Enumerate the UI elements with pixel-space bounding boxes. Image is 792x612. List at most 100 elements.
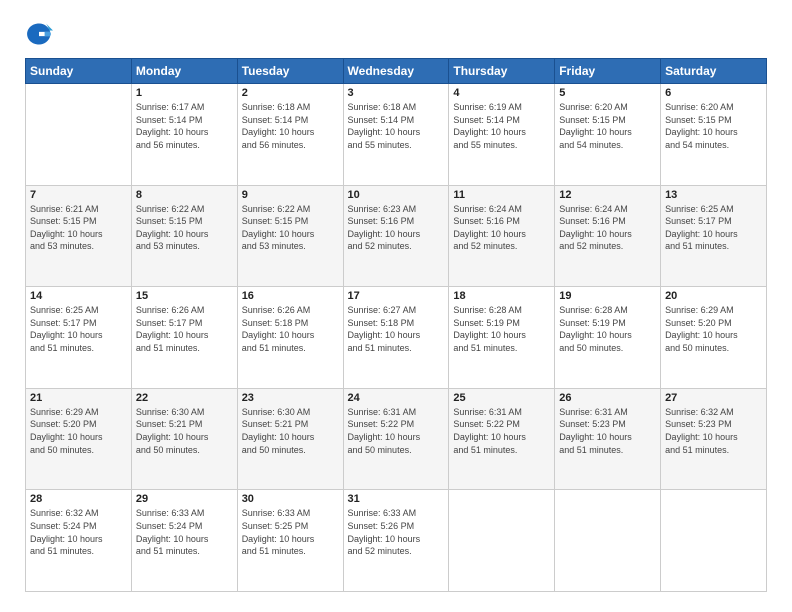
day-number: 27 — [665, 392, 762, 404]
calendar-cell: 6 Sunrise: 6:20 AM Sunset: 5:15 PM Daylig… — [661, 84, 767, 186]
calendar-cell: 30 Sunrise: 6:33 AM Sunset: 5:25 PM Dayli… — [237, 490, 343, 592]
calendar-cell: 12 Sunrise: 6:24 AM Sunset: 5:16 PM Dayli… — [555, 185, 661, 287]
day-number: 23 — [242, 392, 339, 404]
day-info: Sunrise: 6:18 AM Sunset: 5:14 PM Dayligh… — [242, 101, 339, 151]
calendar-cell: 29 Sunrise: 6:33 AM Sunset: 5:24 PM Dayli… — [131, 490, 237, 592]
day-number: 17 — [348, 290, 445, 302]
day-info: Sunrise: 6:26 AM Sunset: 5:17 PM Dayligh… — [136, 304, 233, 354]
calendar-week-4: 21 Sunrise: 6:29 AM Sunset: 5:20 PM Dayli… — [26, 388, 767, 490]
calendar-cell: 2 Sunrise: 6:18 AM Sunset: 5:14 PM Daylig… — [237, 84, 343, 186]
calendar-cell: 23 Sunrise: 6:30 AM Sunset: 5:21 PM Dayli… — [237, 388, 343, 490]
calendar-cell: 16Sunrise: 6:26 AM Sunset: 5:18 PM Dayli… — [237, 287, 343, 389]
day-info: Sunrise: 6:21 AM Sunset: 5:15 PM Dayligh… — [30, 203, 127, 253]
calendar-cell: 14Sunrise: 6:25 AM Sunset: 5:17 PM Dayli… — [26, 287, 132, 389]
weekday-header-thursday: Thursday — [449, 59, 555, 84]
day-number: 6 — [665, 87, 762, 99]
day-number: 3 — [348, 87, 445, 99]
day-info: Sunrise: 6:33 AM Sunset: 5:26 PM Dayligh… — [348, 507, 445, 557]
day-number: 29 — [136, 493, 233, 505]
calendar-cell: 15 Sunrise: 6:26 AM Sunset: 5:17 PM Dayli… — [131, 287, 237, 389]
day-info: Sunrise: 6:32 AM Sunset: 5:23 PM Dayligh… — [665, 406, 762, 456]
weekday-header-wednesday: Wednesday — [343, 59, 449, 84]
day-number: 15 — [136, 290, 233, 302]
day-info: Sunrise: 6:30 AM Sunset: 5:21 PM Dayligh… — [242, 406, 339, 456]
day-info: Sunrise: 6:18 AM Sunset: 5:14 PM Dayligh… — [348, 101, 445, 151]
day-info: Sunrise: 6:29 AM Sunset: 5:20 PM Dayligh… — [665, 304, 762, 354]
day-number: 30 — [242, 493, 339, 505]
day-number: 19 — [559, 290, 656, 302]
day-info: Sunrise: 6:20 AM Sunset: 5:15 PM Dayligh… — [559, 101, 656, 151]
day-number: 25 — [453, 392, 550, 404]
day-number: 4 — [453, 87, 550, 99]
day-number: 16 — [242, 290, 339, 302]
calendar-cell: 27 Sunrise: 6:32 AM Sunset: 5:23 PM Dayli… — [661, 388, 767, 490]
weekday-header-sunday: Sunday — [26, 59, 132, 84]
calendar-cell: 21 Sunrise: 6:29 AM Sunset: 5:20 PM Dayli… — [26, 388, 132, 490]
day-info: Sunrise: 6:31 AM Sunset: 5:22 PM Dayligh… — [453, 406, 550, 456]
day-info: Sunrise: 6:32 AM Sunset: 5:24 PM Dayligh… — [30, 507, 127, 557]
day-number: 20 — [665, 290, 762, 302]
day-number: 31 — [348, 493, 445, 505]
day-info: Sunrise: 6:33 AM Sunset: 5:25 PM Dayligh… — [242, 507, 339, 557]
calendar-cell: 22Sunrise: 6:30 AM Sunset: 5:21 PM Dayli… — [131, 388, 237, 490]
day-info: Sunrise: 6:24 AM Sunset: 5:16 PM Dayligh… — [559, 203, 656, 253]
day-info: Sunrise: 6:25 AM Sunset: 5:17 PM Dayligh… — [665, 203, 762, 253]
day-number: 2 — [242, 87, 339, 99]
calendar-table: SundayMondayTuesdayWednesdayThursdayFrid… — [25, 58, 767, 592]
calendar-week-3: 14Sunrise: 6:25 AM Sunset: 5:17 PM Dayli… — [26, 287, 767, 389]
day-info: Sunrise: 6:27 AM Sunset: 5:18 PM Dayligh… — [348, 304, 445, 354]
day-number: 12 — [559, 189, 656, 201]
calendar-cell: 24 Sunrise: 6:31 AM Sunset: 5:22 PM Dayli… — [343, 388, 449, 490]
calendar-cell: 26 Sunrise: 6:31 AM Sunset: 5:23 PM Dayli… — [555, 388, 661, 490]
day-number: 1 — [136, 87, 233, 99]
calendar-cell: 1 Sunrise: 6:17 AM Sunset: 5:14 PM Daylig… — [131, 84, 237, 186]
day-number: 28 — [30, 493, 127, 505]
day-info: Sunrise: 6:17 AM Sunset: 5:14 PM Dayligh… — [136, 101, 233, 151]
day-info: Sunrise: 6:24 AM Sunset: 5:16 PM Dayligh… — [453, 203, 550, 253]
logo-icon — [25, 20, 53, 48]
weekday-header-row: SundayMondayTuesdayWednesdayThursdayFrid… — [26, 59, 767, 84]
day-number: 21 — [30, 392, 127, 404]
calendar-cell: 7 Sunrise: 6:21 AM Sunset: 5:15 PM Daylig… — [26, 185, 132, 287]
calendar-cell: 11 Sunrise: 6:24 AM Sunset: 5:16 PM Dayli… — [449, 185, 555, 287]
calendar-week-5: 28 Sunrise: 6:32 AM Sunset: 5:24 PM Dayli… — [26, 490, 767, 592]
calendar-cell — [661, 490, 767, 592]
day-info: Sunrise: 6:22 AM Sunset: 5:15 PM Dayligh… — [136, 203, 233, 253]
calendar-cell: 10Sunrise: 6:23 AM Sunset: 5:16 PM Dayli… — [343, 185, 449, 287]
calendar-cell — [555, 490, 661, 592]
weekday-header-friday: Friday — [555, 59, 661, 84]
day-number: 9 — [242, 189, 339, 201]
day-number: 13 — [665, 189, 762, 201]
day-info: Sunrise: 6:20 AM Sunset: 5:15 PM Dayligh… — [665, 101, 762, 151]
day-number: 5 — [559, 87, 656, 99]
calendar-cell: 13 Sunrise: 6:25 AM Sunset: 5:17 PM Dayli… — [661, 185, 767, 287]
day-info: Sunrise: 6:25 AM Sunset: 5:17 PM Dayligh… — [30, 304, 127, 354]
day-info: Sunrise: 6:31 AM Sunset: 5:23 PM Dayligh… — [559, 406, 656, 456]
weekday-header-monday: Monday — [131, 59, 237, 84]
day-number: 22 — [136, 392, 233, 404]
day-info: Sunrise: 6:29 AM Sunset: 5:20 PM Dayligh… — [30, 406, 127, 456]
day-number: 18 — [453, 290, 550, 302]
calendar-cell: 25 Sunrise: 6:31 AM Sunset: 5:22 PM Dayli… — [449, 388, 555, 490]
calendar-cell: 17 Sunrise: 6:27 AM Sunset: 5:18 PM Dayli… — [343, 287, 449, 389]
day-number: 24 — [348, 392, 445, 404]
day-info: Sunrise: 6:33 AM Sunset: 5:24 PM Dayligh… — [136, 507, 233, 557]
day-number: 7 — [30, 189, 127, 201]
calendar-cell — [449, 490, 555, 592]
day-info: Sunrise: 6:28 AM Sunset: 5:19 PM Dayligh… — [453, 304, 550, 354]
day-number: 11 — [453, 189, 550, 201]
day-info: Sunrise: 6:28 AM Sunset: 5:19 PM Dayligh… — [559, 304, 656, 354]
calendar-cell: 8Sunrise: 6:22 AM Sunset: 5:15 PM Daylig… — [131, 185, 237, 287]
weekday-header-saturday: Saturday — [661, 59, 767, 84]
calendar-cell: 9 Sunrise: 6:22 AM Sunset: 5:15 PM Daylig… — [237, 185, 343, 287]
calendar-cell: 4Sunrise: 6:19 AM Sunset: 5:14 PM Daylig… — [449, 84, 555, 186]
header — [25, 20, 767, 48]
calendar-cell: 5 Sunrise: 6:20 AM Sunset: 5:15 PM Daylig… — [555, 84, 661, 186]
logo — [25, 20, 57, 48]
calendar-cell: 3 Sunrise: 6:18 AM Sunset: 5:14 PM Daylig… — [343, 84, 449, 186]
calendar-cell — [26, 84, 132, 186]
day-number: 26 — [559, 392, 656, 404]
calendar-week-1: 1 Sunrise: 6:17 AM Sunset: 5:14 PM Daylig… — [26, 84, 767, 186]
day-info: Sunrise: 6:22 AM Sunset: 5:15 PM Dayligh… — [242, 203, 339, 253]
day-info: Sunrise: 6:31 AM Sunset: 5:22 PM Dayligh… — [348, 406, 445, 456]
